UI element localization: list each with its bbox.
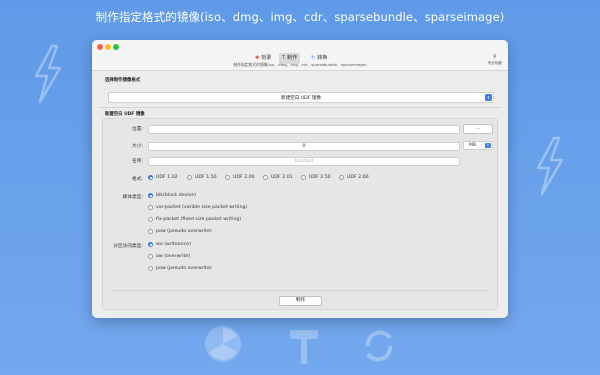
radio-unselected — [148, 254, 153, 259]
radiation-icon — [203, 324, 243, 368]
media-type-option-label: var-packet (varible size packet writing) — [156, 205, 248, 210]
partition-access-option[interactable]: pow (pseudo overwrite) — [148, 266, 212, 271]
toolbar-subtitle: 制作指定格式的镜像(iso、dmg、img、cdr、sparsebundle、s… — [233, 62, 367, 67]
udf-format-option-label: UDF 2.00 — [233, 175, 255, 180]
divider — [111, 290, 489, 291]
radio-unselected — [148, 266, 153, 271]
size-unit-value: MB — [469, 142, 477, 148]
udf-format-option[interactable]: UDF 2.60 — [339, 175, 369, 180]
partition-access-option-label: ow (overwrite) — [156, 254, 191, 259]
media-type-option-label: fix-packet (fixed size packet writing) — [156, 217, 242, 222]
make-button[interactable]: 制作 — [279, 296, 322, 306]
udf-format-option-label: UDF 2.60 — [347, 175, 369, 180]
udf-format-option-label: UDF 1.50 — [195, 175, 217, 180]
pro-features-button[interactable]: ⚲ 专业功能 — [488, 54, 502, 66]
udf-format-option[interactable]: UDF 2.00 — [225, 175, 255, 180]
chevron-updown-icon: ⇕ — [485, 143, 491, 148]
media-type-option-label: pow (pseudo overwrite) — [156, 229, 212, 234]
radio-selected — [148, 175, 153, 180]
partition-access-option[interactable]: wo (writeonce) — [148, 242, 191, 247]
partition-access-option[interactable]: ow (overwrite) — [148, 254, 190, 259]
radio-unselected — [301, 175, 306, 180]
udf-panel: 位置: ... 大小: 0 MB ⇕ 名称: Untitled 格式: UDF … — [102, 118, 498, 310]
radio-unselected — [225, 175, 230, 180]
radio-unselected — [187, 175, 192, 180]
udf-format-option-label: UDF 2.01 — [271, 175, 293, 180]
radio-unselected — [339, 175, 344, 180]
udf-format-option[interactable]: UDF 1.02 — [148, 175, 178, 180]
udf-format-option-label: UDF 2.50 — [309, 175, 331, 180]
main-window: ✺ 刻录 T 制作 ↻ 转换 制作指定格式的镜像(iso、dmg、img、cdr… — [92, 40, 508, 318]
radio-unselected — [263, 175, 268, 180]
location-input[interactable] — [148, 125, 460, 134]
zoom-window-button[interactable] — [113, 44, 119, 50]
toolbar: ✺ 刻录 T 制作 ↻ 转换 制作指定格式的镜像(iso、dmg、img、cdr… — [92, 40, 508, 71]
radio-unselected — [148, 217, 153, 222]
refresh-icon — [360, 326, 398, 370]
udf-format-option[interactable]: UDF 1.50 — [187, 175, 217, 180]
divider — [100, 107, 500, 108]
browse-button[interactable]: ... — [463, 124, 493, 134]
close-window-button[interactable] — [97, 44, 103, 50]
format-section-title: 选择制作镜像格式 — [105, 78, 141, 83]
bolt-icon — [30, 44, 64, 108]
hammer-icon — [286, 326, 322, 370]
udf-format-option-label: UDF 1.02 — [156, 175, 178, 180]
minimize-window-button[interactable] — [105, 44, 111, 50]
media-type-option[interactable]: blk(block device) — [148, 193, 196, 198]
headline: 制作指定格式的镜像(iso、dmg、img、cdr、sparsebundle、s… — [95, 10, 505, 24]
name-input[interactable]: Untitled — [148, 157, 460, 166]
chevron-updown-icon: ⇕ — [485, 94, 492, 101]
partition-access-label: 分区访问类型: — [113, 244, 143, 249]
format-select[interactable]: 新建空白 UDF 镜像 ⇕ — [108, 92, 494, 103]
radio-selected — [148, 242, 153, 247]
media-type-option[interactable]: pow (pseudo overwrite) — [148, 229, 212, 234]
udf-format-option[interactable]: UDF 2.50 — [301, 175, 331, 180]
udf-format-label: 格式: — [132, 177, 143, 182]
name-label: 名称: — [132, 159, 143, 164]
media-type-option[interactable]: var-packet (varible size packet writing) — [148, 205, 247, 210]
radio-unselected — [148, 229, 153, 234]
name-placeholder: Untitled — [294, 159, 314, 164]
radio-selected — [148, 193, 153, 198]
size-value: 0 — [302, 144, 306, 149]
partition-access-option-label: pow (pseudo overwrite) — [156, 266, 212, 271]
format-select-value: 新建空白 UDF 镜像 — [280, 95, 322, 101]
bolt-icon — [532, 136, 566, 200]
udf-section-title: 新建空白 UDF 镜像 — [105, 112, 145, 117]
partition-access-option-label: wo (writeonce) — [156, 242, 191, 247]
size-input[interactable]: 0 — [148, 142, 460, 151]
radio-unselected — [148, 205, 153, 210]
location-label: 位置: — [132, 127, 143, 132]
media-type-label: 媒体类型: — [122, 195, 143, 200]
size-unit-select[interactable]: MB ⇕ — [463, 141, 493, 150]
udf-format-option[interactable]: UDF 2.01 — [263, 175, 293, 180]
pro-features-label: 专业功能 — [487, 61, 502, 65]
size-label: 大小: — [132, 144, 143, 149]
media-type-option-label: blk(block device) — [156, 193, 196, 198]
media-type-option[interactable]: fix-packet (fixed size packet writing) — [148, 217, 241, 222]
